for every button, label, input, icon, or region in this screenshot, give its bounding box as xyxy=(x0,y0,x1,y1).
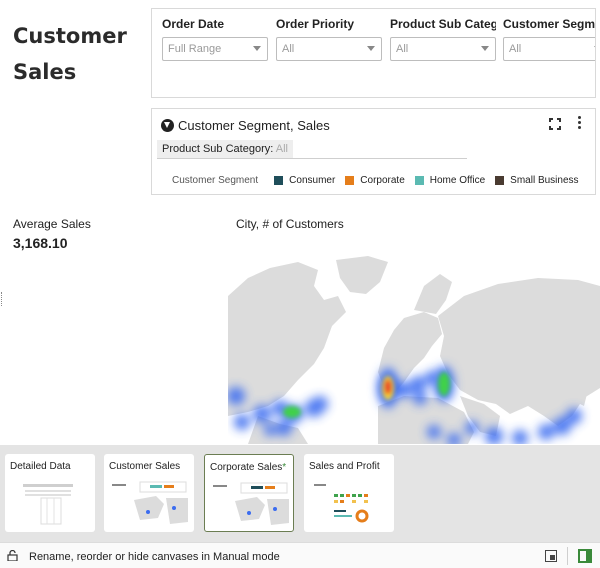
status-text: Rename, reorder or hide canvases in Manu… xyxy=(29,551,280,563)
more-options-icon[interactable] xyxy=(576,116,582,130)
legend-item-small-business[interactable]: Small Business xyxy=(495,175,579,186)
chevron-down-icon xyxy=(367,46,375,51)
legend: Customer Segment Consumer Corporate Home… xyxy=(172,175,589,186)
legend-item-corporate[interactable]: Corporate xyxy=(345,175,405,186)
filter-funnel-icon[interactable] xyxy=(161,119,174,132)
resize-handle[interactable] xyxy=(1,292,3,306)
map-svg xyxy=(228,256,600,444)
chevron-down-icon xyxy=(481,46,489,51)
viz-title-row: Customer Segment, Sales xyxy=(161,118,330,133)
modified-marker: * xyxy=(282,462,287,473)
filter-customer-segment[interactable]: Customer Segmen All xyxy=(503,17,596,61)
canvas-tab-label: Detailed Data xyxy=(10,461,71,472)
divider xyxy=(567,547,568,565)
canvas-tab-corporate-sales[interactable]: Corporate Sales* xyxy=(204,454,294,532)
unlock-icon[interactable] xyxy=(7,550,18,561)
viz-filter-pill[interactable]: Product Sub Category: All xyxy=(157,140,293,158)
filter-select[interactable]: All xyxy=(390,37,496,61)
canvas-tab-label-row: Corporate Sales* xyxy=(210,462,286,473)
chevron-down-icon xyxy=(253,46,261,51)
filter-order-priority[interactable]: Order Priority All xyxy=(276,17,382,61)
legend-label: Corporate xyxy=(360,175,405,186)
filter-product-sub-category[interactable]: Product Sub Categ... All xyxy=(390,17,496,61)
pill-label: Product Sub Category: xyxy=(162,143,274,155)
fullscreen-icon[interactable] xyxy=(549,118,561,130)
legend-label: Home Office xyxy=(429,175,486,186)
legend-swatch xyxy=(274,176,284,185)
kpi-value: 3,168.10 xyxy=(13,235,68,251)
filter-select[interactable]: All xyxy=(503,37,595,61)
legend-swatch xyxy=(345,176,355,185)
filter-value: All xyxy=(282,43,295,55)
workbook-canvas: Customer Sales Order Date Full Range Ord… xyxy=(0,0,600,568)
canvas-tab-label: Sales and Profit xyxy=(309,461,380,472)
filter-label: Order Date xyxy=(162,17,225,31)
chevron-down-icon xyxy=(594,46,595,51)
filter-label: Order Priority xyxy=(276,17,355,31)
canvas-tray: Detailed Data Customer Sales Corporate S… xyxy=(0,445,600,542)
filter-select[interactable]: Full Range xyxy=(162,37,268,61)
filter-value: All xyxy=(509,43,522,55)
legend-label: Small Business xyxy=(510,175,579,186)
filter-value: Full Range xyxy=(168,43,222,55)
legend-label: Consumer xyxy=(289,175,336,186)
filter-select[interactable]: All xyxy=(276,37,382,61)
canvas-properties-icon[interactable] xyxy=(545,550,557,562)
pill-underline xyxy=(157,158,467,159)
legend-title: Customer Segment xyxy=(172,175,259,186)
filter-bar: Order Date Full Range Order Priority All… xyxy=(151,8,596,98)
filter-label: Customer Segmen xyxy=(503,17,596,31)
canvas-tab-sales-and-profit[interactable]: Sales and Profit xyxy=(304,454,394,532)
filter-value: All xyxy=(396,43,409,55)
canvas-tab-detailed-data[interactable]: Detailed Data xyxy=(5,454,95,532)
legend-swatch xyxy=(414,176,424,185)
canvas-tab-label: Corporate Sales xyxy=(210,462,283,473)
kpi-label: Average Sales xyxy=(13,217,91,231)
map-title: City, # of Customers xyxy=(236,217,344,231)
customer-segment-viz[interactable]: Customer Segment, Sales Product Sub Cate… xyxy=(151,108,596,195)
page-title: Customer Sales xyxy=(13,24,127,84)
legend-item-home-office[interactable]: Home Office xyxy=(414,175,486,186)
filter-order-date[interactable]: Order Date Full Range xyxy=(162,17,268,61)
legend-swatch xyxy=(495,176,505,185)
pill-value: All xyxy=(275,143,288,155)
canvas-tab-customer-sales[interactable]: Customer Sales xyxy=(104,454,194,532)
toggle-panel-icon[interactable] xyxy=(578,549,592,563)
status-bar: Rename, reorder or hide canvases in Manu… xyxy=(0,542,600,568)
canvas-tab-label: Customer Sales xyxy=(109,461,181,472)
land-masses xyxy=(228,256,600,444)
legend-item-consumer[interactable]: Consumer xyxy=(274,175,335,186)
viz-title: Customer Segment, Sales xyxy=(178,118,330,133)
filter-label: Product Sub Categ... xyxy=(390,17,496,31)
heat-map[interactable] xyxy=(228,256,600,444)
